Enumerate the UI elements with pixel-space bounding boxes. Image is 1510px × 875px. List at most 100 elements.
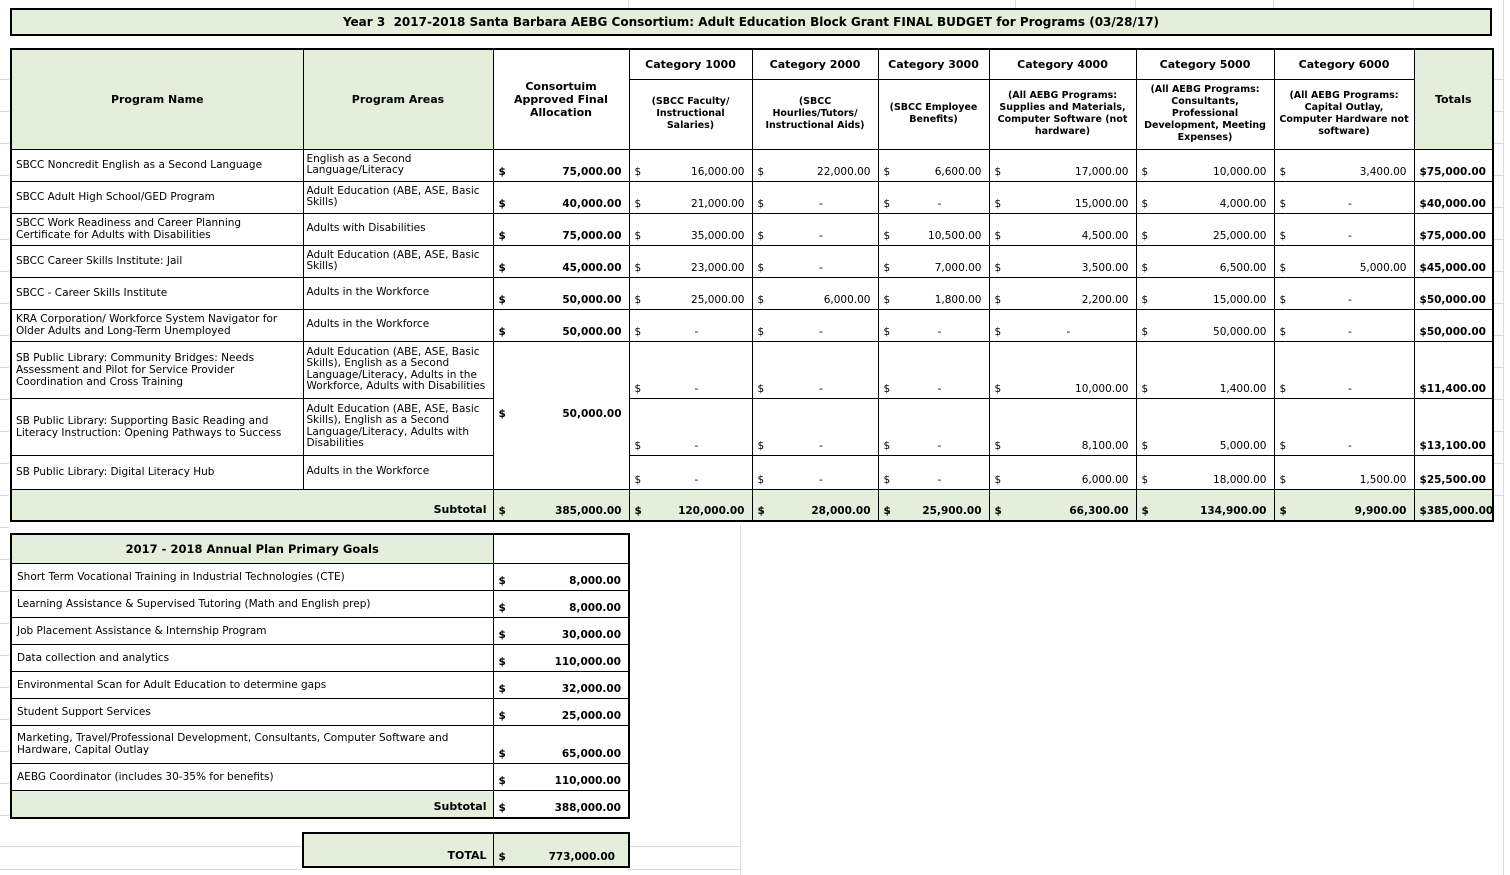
- program-name-cell[interactable]: SB Public Library: Supporting Basic Read…: [11, 398, 303, 455]
- program-name-cell[interactable]: SB Public Library: Digital Literacy Hub: [11, 455, 303, 489]
- category-3000-cell[interactable]: $-: [878, 309, 989, 341]
- program-name-cell[interactable]: SBCC Work Readiness and Career Planning …: [11, 213, 303, 245]
- category-3000-subheader[interactable]: (SBCC Employee Benefits): [878, 79, 989, 149]
- category-6000-header[interactable]: Category 6000: [1274, 49, 1414, 79]
- category-3000-cell[interactable]: $1,800.00: [878, 277, 989, 309]
- goals-subtotal-amount-cell[interactable]: $388,000.00: [493, 790, 629, 818]
- category-5000-cell[interactable]: $18,000.00: [1136, 455, 1274, 489]
- goal-label-cell[interactable]: AEBG Coordinator (includes 30-35% for be…: [11, 763, 493, 790]
- goal-amount-cell[interactable]: $8,000.00: [493, 590, 629, 617]
- program-areas-cell[interactable]: Adults in the Workforce: [303, 309, 493, 341]
- category-3000-cell[interactable]: $10,500.00: [878, 213, 989, 245]
- program-areas-cell[interactable]: Adults with Disabilities: [303, 213, 493, 245]
- category-4000-cell[interactable]: $3,500.00: [989, 245, 1136, 277]
- goal-label-cell[interactable]: Learning Assistance & Supervised Tutorin…: [11, 590, 493, 617]
- allocation-header-cell[interactable]: Consortuim Approved Final Allocation: [493, 49, 629, 149]
- program-areas-cell[interactable]: Adult Education (ABE, ASE, Basic Skills)…: [303, 398, 493, 455]
- category-4000-cell[interactable]: $-: [989, 309, 1136, 341]
- category-4000-cell[interactable]: $2,200.00: [989, 277, 1136, 309]
- allocation-cell[interactable]: $75,000.00: [493, 149, 629, 181]
- category-6000-cell[interactable]: $-: [1274, 309, 1414, 341]
- row-total-cell[interactable]: $13,100.00: [1414, 398, 1493, 455]
- subtotal-total-cell[interactable]: $385,000.00: [1414, 489, 1493, 521]
- category-6000-cell[interactable]: $-: [1274, 181, 1414, 213]
- program-areas-cell[interactable]: Adult Education (ABE, ASE, Basic Skills): [303, 181, 493, 213]
- goal-label-cell[interactable]: Data collection and analytics: [11, 644, 493, 671]
- goals-subtotal-label-cell[interactable]: Subtotal: [11, 790, 493, 818]
- goal-amount-cell[interactable]: $110,000.00: [493, 644, 629, 671]
- category-2000-cell[interactable]: $-: [752, 213, 878, 245]
- program-areas-cell[interactable]: Adults in the Workforce: [303, 277, 493, 309]
- category-3000-cell[interactable]: $-: [878, 398, 989, 455]
- program-areas-header-cell[interactable]: Program Areas: [303, 49, 493, 149]
- category-5000-cell[interactable]: $6,500.00: [1136, 245, 1274, 277]
- goals-title-cell[interactable]: 2017 - 2018 Annual Plan Primary Goals: [11, 534, 493, 563]
- category-5000-cell[interactable]: $10,000.00: [1136, 149, 1274, 181]
- category-2000-subheader[interactable]: (SBCC Hourlies/Tutors/ Instructional Aid…: [752, 79, 878, 149]
- goal-label-cell[interactable]: Environmental Scan for Adult Education t…: [11, 671, 493, 698]
- category-2000-cell[interactable]: $-: [752, 455, 878, 489]
- goal-amount-cell[interactable]: $110,000.00: [493, 763, 629, 790]
- category-2000-cell[interactable]: $-: [752, 309, 878, 341]
- grand-total-label-cell[interactable]: TOTAL: [303, 833, 493, 867]
- subtotal-category-4000-cell[interactable]: $66,300.00: [989, 489, 1136, 521]
- category-1000-cell[interactable]: $25,000.00: [629, 277, 752, 309]
- category-4000-header[interactable]: Category 4000: [989, 49, 1136, 79]
- category-6000-cell[interactable]: $3,400.00: [1274, 149, 1414, 181]
- goal-label-cell[interactable]: Marketing, Travel/Professional Developme…: [11, 725, 493, 763]
- category-6000-cell[interactable]: $-: [1274, 213, 1414, 245]
- category-3000-header[interactable]: Category 3000: [878, 49, 989, 79]
- goal-label-cell[interactable]: Short Term Vocational Training in Indust…: [11, 563, 493, 590]
- row-total-cell[interactable]: $50,000.00: [1414, 309, 1493, 341]
- subtotal-label-cell[interactable]: Subtotal: [11, 489, 493, 521]
- category-2000-cell[interactable]: $6,000.00: [752, 277, 878, 309]
- subtotal-category-6000-cell[interactable]: $9,900.00: [1274, 489, 1414, 521]
- category-4000-cell[interactable]: $6,000.00: [989, 455, 1136, 489]
- category-1000-header[interactable]: Category 1000: [629, 49, 752, 79]
- row-total-cell[interactable]: $45,000.00: [1414, 245, 1493, 277]
- category-4000-cell[interactable]: $15,000.00: [989, 181, 1136, 213]
- grand-total-amount-cell[interactable]: $ 773,000.00: [493, 833, 629, 867]
- program-name-cell[interactable]: SBCC Career Skills Institute: Jail: [11, 245, 303, 277]
- row-total-cell[interactable]: $75,000.00: [1414, 149, 1493, 181]
- allocation-cell[interactable]: $50,000.00: [493, 341, 629, 489]
- goals-amount-header-cell[interactable]: [493, 534, 629, 563]
- category-3000-cell[interactable]: $-: [878, 455, 989, 489]
- category-1000-cell[interactable]: $-: [629, 309, 752, 341]
- goal-amount-cell[interactable]: $65,000.00: [493, 725, 629, 763]
- category-1000-subheader[interactable]: (SBCC Faculty/ Instructional Salaries): [629, 79, 752, 149]
- totals-header-cell[interactable]: Totals: [1414, 49, 1493, 149]
- goal-amount-cell[interactable]: $25,000.00: [493, 698, 629, 725]
- category-1000-cell[interactable]: $23,000.00: [629, 245, 752, 277]
- category-5000-cell[interactable]: $4,000.00: [1136, 181, 1274, 213]
- category-6000-cell[interactable]: $-: [1274, 277, 1414, 309]
- category-2000-cell[interactable]: $-: [752, 341, 878, 398]
- category-5000-cell[interactable]: $1,400.00: [1136, 341, 1274, 398]
- category-5000-cell[interactable]: $50,000.00: [1136, 309, 1274, 341]
- category-5000-subheader[interactable]: (All AEBG Programs: Consultants, Profess…: [1136, 79, 1274, 149]
- allocation-cell[interactable]: $75,000.00: [493, 213, 629, 245]
- category-6000-cell[interactable]: $-: [1274, 398, 1414, 455]
- allocation-cell[interactable]: $50,000.00: [493, 309, 629, 341]
- category-2000-cell[interactable]: $-: [752, 398, 878, 455]
- category-5000-cell[interactable]: $25,000.00: [1136, 213, 1274, 245]
- row-total-cell[interactable]: $11,400.00: [1414, 341, 1493, 398]
- program-name-cell[interactable]: SBCC Noncredit English as a Second Langu…: [11, 149, 303, 181]
- program-name-header-cell[interactable]: Program Name: [11, 49, 303, 149]
- category-2000-cell[interactable]: $-: [752, 181, 878, 213]
- category-3000-cell[interactable]: $-: [878, 341, 989, 398]
- sheet-title-cell[interactable]: Year 3 2017-2018 Santa Barbara AEBG Cons…: [10, 8, 1492, 36]
- category-3000-cell[interactable]: $-: [878, 181, 989, 213]
- program-name-cell[interactable]: SBCC Adult High School/GED Program: [11, 181, 303, 213]
- category-1000-cell[interactable]: $21,000.00: [629, 181, 752, 213]
- row-total-cell[interactable]: $75,000.00: [1414, 213, 1493, 245]
- category-6000-cell[interactable]: $-: [1274, 341, 1414, 398]
- program-name-cell[interactable]: KRA Corporation/ Workforce System Naviga…: [11, 309, 303, 341]
- category-4000-cell[interactable]: $4,500.00: [989, 213, 1136, 245]
- program-areas-cell[interactable]: Adult Education (ABE, ASE, Basic Skills)…: [303, 341, 493, 398]
- allocation-cell[interactable]: $45,000.00: [493, 245, 629, 277]
- goal-label-cell[interactable]: Student Support Services: [11, 698, 493, 725]
- program-areas-cell[interactable]: English as a Second Language/Literacy: [303, 149, 493, 181]
- category-5000-header[interactable]: Category 5000: [1136, 49, 1274, 79]
- subtotal-category-1000-cell[interactable]: $120,000.00: [629, 489, 752, 521]
